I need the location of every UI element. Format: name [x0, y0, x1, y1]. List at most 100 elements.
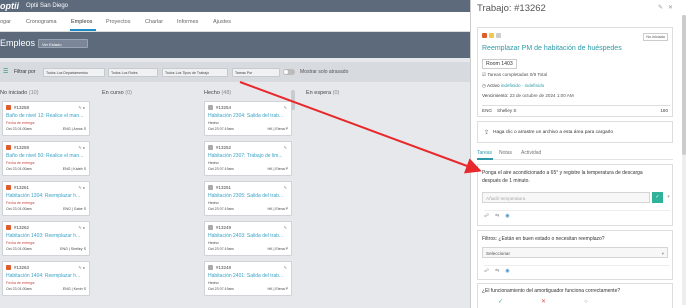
answer-options[interactable]: ✓✕○: [498, 298, 626, 305]
job-title[interactable]: Habitación 1304: Reemplazar h...: [6, 193, 88, 199]
nav-schedule[interactable]: Cronograma: [26, 19, 57, 25]
edit-icon[interactable]: ✎: [284, 145, 288, 150]
app-logo[interactable]: optii: [0, 1, 19, 11]
job-title[interactable]: Habitación 2403: Salida del trab...: [208, 233, 290, 239]
completed-icon: [208, 105, 213, 110]
priority-icon: [6, 225, 11, 230]
done-date: Oct 23 07:19am: [208, 167, 234, 171]
panel-scrollbar-thumb[interactable]: [682, 15, 686, 155]
card-actions-icon[interactable]: ✎●: [78, 225, 86, 230]
job-title[interactable]: Baño de nivel 50: Realice el man...: [6, 153, 88, 159]
status-badge[interactable]: No iniciado: [643, 33, 668, 41]
edit-icon[interactable]: ✎: [284, 225, 288, 230]
card-actions-icon[interactable]: ✎●: [78, 265, 86, 270]
column-on-hold: En espera (0): [306, 90, 339, 96]
job-detail-panel: Trabajo: #13262 ✎✕ No iniciado Reemplaza…: [470, 0, 688, 308]
edit-icon[interactable]: ✎: [284, 265, 288, 270]
job-title[interactable]: Habitación 2304: Salida del trab...: [208, 113, 290, 119]
category-icon: [496, 33, 501, 38]
tab-activity[interactable]: Actividad: [521, 150, 541, 156]
tab-notes[interactable]: Notas: [499, 150, 512, 156]
assignee: HK | Elena P: [267, 247, 288, 251]
card-actions-icon[interactable]: ✎●: [78, 185, 86, 190]
done-date: Oct 23 07:19am: [208, 127, 234, 131]
temperature-input[interactable]: Añadir temperatura: [482, 192, 650, 203]
done-date: Oct 23 07:19am: [208, 287, 234, 291]
job-card[interactable]: #13262 ✎● Habitación 1403: Reemplazar h...…: [2, 221, 90, 256]
status-dropdown[interactable]: Ver Estado: [38, 39, 88, 48]
link-icon[interactable]: ⇆: [495, 213, 505, 219]
priority-icon: [6, 265, 11, 270]
site-selector[interactable]: Optii San Diego: [26, 3, 68, 9]
due-label: Fecha de entrega:: [6, 201, 36, 205]
panel-scrollbar[interactable]: [682, 15, 686, 305]
department-select[interactable]: Todos Los Departamentos: [43, 68, 105, 77]
link-icon[interactable]: ⇆: [495, 268, 505, 274]
file-upload-area[interactable]: ⇪ Haga clic o arrastre un archivo a esta…: [477, 121, 673, 143]
nav-settings[interactable]: Ajustes: [213, 19, 231, 25]
tasks-completed-row: ☑ Tareas completadas 0/9 Total: [482, 72, 547, 78]
role-select[interactable]: Todos Los Roles: [108, 68, 158, 77]
nav-projects[interactable]: Proyectos: [106, 19, 130, 25]
nav-jobs[interactable]: Empleos: [71, 19, 92, 25]
completed-icon: [208, 265, 213, 270]
due-date: Oct 23 01:00am: [6, 167, 32, 171]
job-card[interactable]: #13258 ✎● Baño de nivel 12: Realice el man…: [2, 101, 90, 136]
panel-header-icons[interactable]: ✎✕: [658, 4, 678, 11]
tasks-icon: ☑: [482, 72, 487, 77]
camera-icon[interactable]: ◉: [505, 268, 515, 274]
column-count: (0): [125, 90, 132, 96]
card-actions-icon[interactable]: ✎●: [78, 145, 86, 150]
overdue-toggle[interactable]: [283, 69, 295, 75]
card-actions-icon[interactable]: ✎●: [78, 105, 86, 110]
task-question: ¿El funcionamiento del amortiguador func…: [482, 288, 621, 294]
nav-reports[interactable]: Informes: [177, 19, 198, 25]
active-tab-indicator: [477, 158, 493, 160]
job-card[interactable]: #13251 ✎ Habitación 2305: Salida del trab.…: [204, 181, 292, 216]
no-icon: ✕: [541, 299, 585, 305]
job-card[interactable]: #13261 ✎● Habitación 1304: Reemplazar h...…: [2, 181, 90, 216]
filter-status-select[interactable]: Seleccionar ▾: [482, 247, 668, 258]
more-icon[interactable]: ▾: [664, 192, 673, 203]
job-title[interactable]: Habitación 1403: Reemplazar h...: [6, 233, 88, 239]
column-count: (48): [221, 90, 232, 96]
assignee: ENG | Kaleb S: [62, 167, 86, 171]
job-card[interactable]: #13254 ✎ Habitación 2304: Salida del trab.…: [204, 101, 292, 136]
task-question: Filtros: ¿Están en buen estado o necesit…: [482, 236, 605, 242]
job-card[interactable]: #13248 ✎ Habitación 2401: Salida del trab.…: [204, 261, 292, 296]
camera-icon[interactable]: ◉: [505, 213, 515, 219]
job-summary-card: No iniciado Reemplazar PM de habitación …: [477, 27, 673, 117]
attach-icon[interactable]: ☍: [484, 268, 495, 274]
job-title[interactable]: Habitación 2305: Salida del trab...: [208, 193, 290, 199]
job-title[interactable]: Habitación 2401: Salida del trab...: [208, 273, 290, 279]
done-label: Hecho:: [208, 281, 220, 285]
edit-icon[interactable]: ✎: [284, 185, 288, 190]
confirm-button[interactable]: ✓: [652, 192, 663, 203]
job-card[interactable]: #13252 ✎ Habitación 2307: Trabajo de lim..…: [204, 141, 292, 176]
filter-bar: ☰ Filtrar por Todos Los Departamentos To…: [0, 62, 470, 82]
nav-chat[interactable]: Charlar: [145, 19, 163, 25]
room-badge: Room 1403: [482, 59, 517, 69]
job-card[interactable]: #13263 ✎● Habitación 1404: Reemplazar h...…: [2, 261, 90, 296]
priority-icon: [6, 105, 11, 110]
tasks-by-select[interactable]: Tareas Por: [232, 68, 280, 77]
job-card[interactable]: #13249 ✎ Habitación 2403: Salida del trab.…: [204, 221, 292, 256]
done-date: Oct 23 07:19am: [208, 207, 234, 211]
edit-icon[interactable]: ✎: [284, 105, 288, 110]
job-title[interactable]: Baño de nivel 12: Realice el man...: [6, 113, 88, 119]
assignee: ENG | Amos S: [62, 127, 86, 131]
nav-home[interactable]: ogar: [0, 19, 11, 25]
assignee: ENG | Kevin S: [62, 287, 86, 291]
job-card[interactable]: #13259 ✎● Baño de nivel 50: Realice el man…: [2, 141, 90, 176]
due-date: Oct 23 01:00am: [6, 127, 32, 131]
job-id: #13258: [14, 105, 30, 110]
job-title[interactable]: Habitación 2307: Trabajo de lim...: [208, 153, 290, 159]
attach-icon[interactable]: ☍: [484, 213, 495, 219]
job-id: #13262: [14, 225, 30, 230]
done-column-scrollbar[interactable]: [291, 90, 295, 110]
job-title[interactable]: Habitación 1404: Reemplazar h...: [6, 273, 88, 279]
task-tools: ☍⇆◉: [484, 265, 670, 275]
job-type-select[interactable]: Todos Los Tipos de Trabajo: [162, 68, 228, 77]
tab-tasks[interactable]: Tareas: [477, 150, 492, 156]
active-value[interactable]: indefinido · indefinido: [501, 83, 544, 88]
